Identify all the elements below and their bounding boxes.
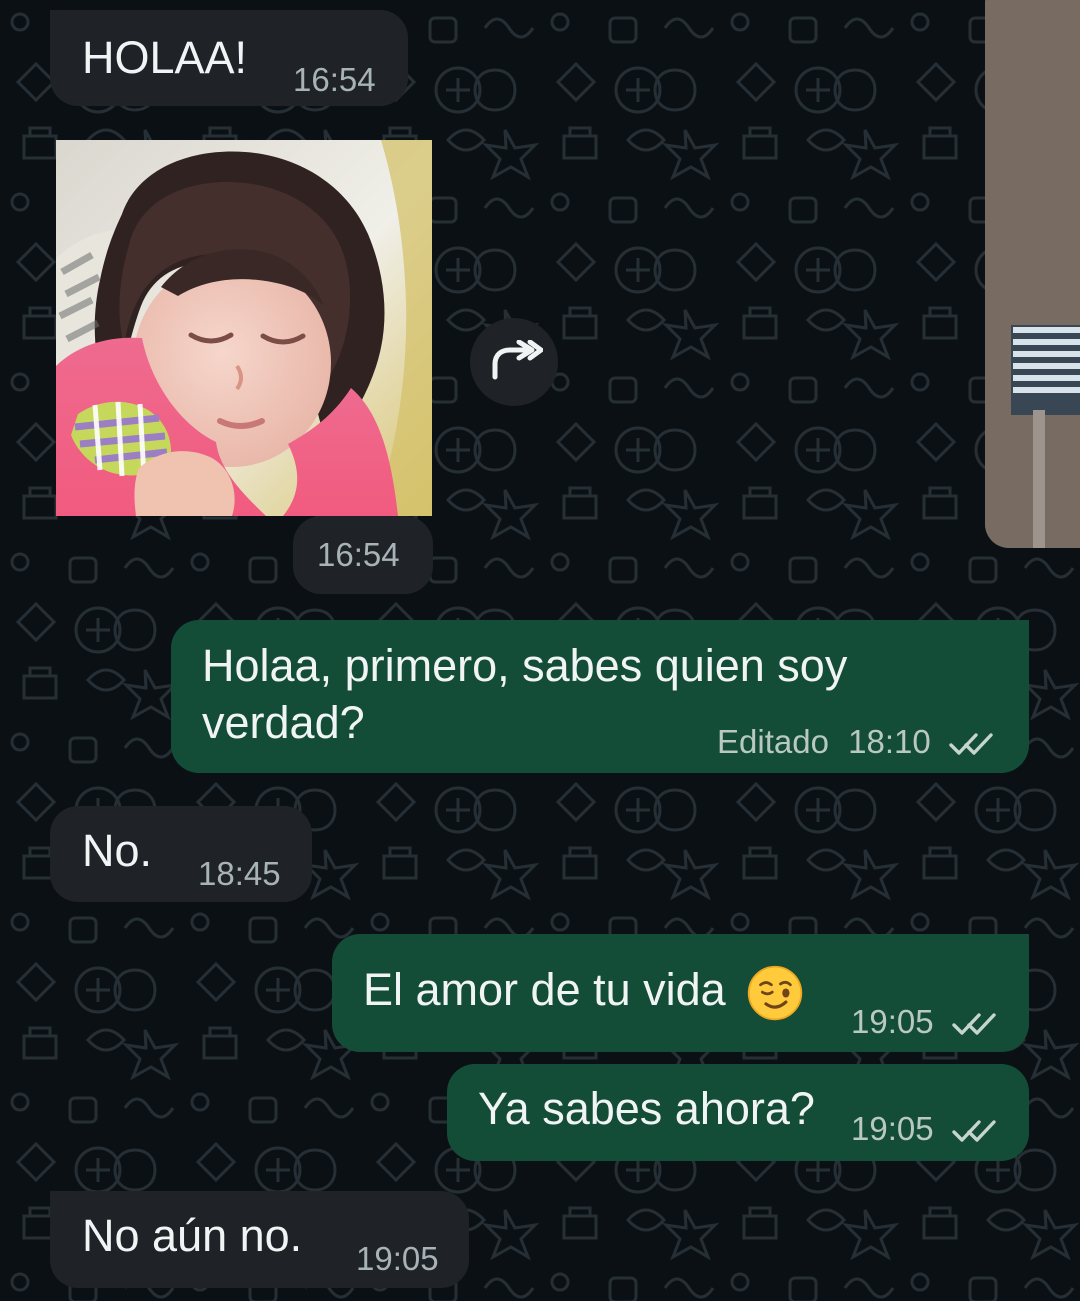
- received-photo[interactable]: [56, 140, 432, 516]
- incoming-message-bubble[interactable]: HOLAA! 16:54: [50, 10, 408, 106]
- message-time: 18:45: [198, 855, 281, 892]
- message-meta: 19:05: [851, 1004, 997, 1040]
- outgoing-message-bubble[interactable]: Holaa, primero, sabes quien soy verdad? …: [171, 620, 1029, 773]
- message-text: HOLAA!: [82, 32, 248, 83]
- message-text: No.: [82, 825, 153, 876]
- incoming-message-bubble[interactable]: No. 18:45: [50, 806, 312, 902]
- partial-photo-content: [985, 0, 1080, 548]
- forward-button[interactable]: [470, 318, 558, 406]
- edited-label: Editado: [717, 723, 829, 760]
- double-check-icon: [952, 1013, 996, 1035]
- message-meta: Editado 18:10: [717, 724, 994, 760]
- outgoing-message-bubble[interactable]: Ya sabes ahora? 19:05: [447, 1064, 1029, 1161]
- photo-image: [56, 140, 432, 516]
- message-meta: 19:05: [851, 1111, 997, 1147]
- message-time: 19:05: [356, 1240, 439, 1277]
- winking-face-emoji: [748, 965, 803, 1021]
- message-text-content: El amor de tu vida: [363, 964, 726, 1015]
- forward-icon: [492, 340, 543, 380]
- double-check-icon: [949, 733, 993, 755]
- message-time: 19:05: [851, 1110, 934, 1147]
- message-text: Ya sabes ahora?: [478, 1083, 815, 1134]
- incoming-message-bubble[interactable]: No aún no. 19:05: [50, 1191, 469, 1288]
- image-time: 16:54: [317, 536, 400, 573]
- message-time: 18:10: [848, 723, 931, 760]
- outgoing-message-bubble[interactable]: El amor de tu vida 19:05: [332, 934, 1029, 1052]
- image-time-pill: 16:54: [293, 516, 433, 594]
- message-text: El amor de tu vida: [363, 962, 804, 1022]
- double-check-icon: [952, 1120, 996, 1142]
- message-text-line-1: Holaa, primero, sabes quien soy: [202, 640, 848, 691]
- message-text-line-2: verdad?: [202, 697, 365, 748]
- message-text: No aún no.: [82, 1210, 303, 1261]
- partial-photo-preview[interactable]: [985, 0, 1080, 548]
- message-time: 19:05: [851, 1003, 934, 1040]
- message-time: 16:54: [293, 61, 376, 98]
